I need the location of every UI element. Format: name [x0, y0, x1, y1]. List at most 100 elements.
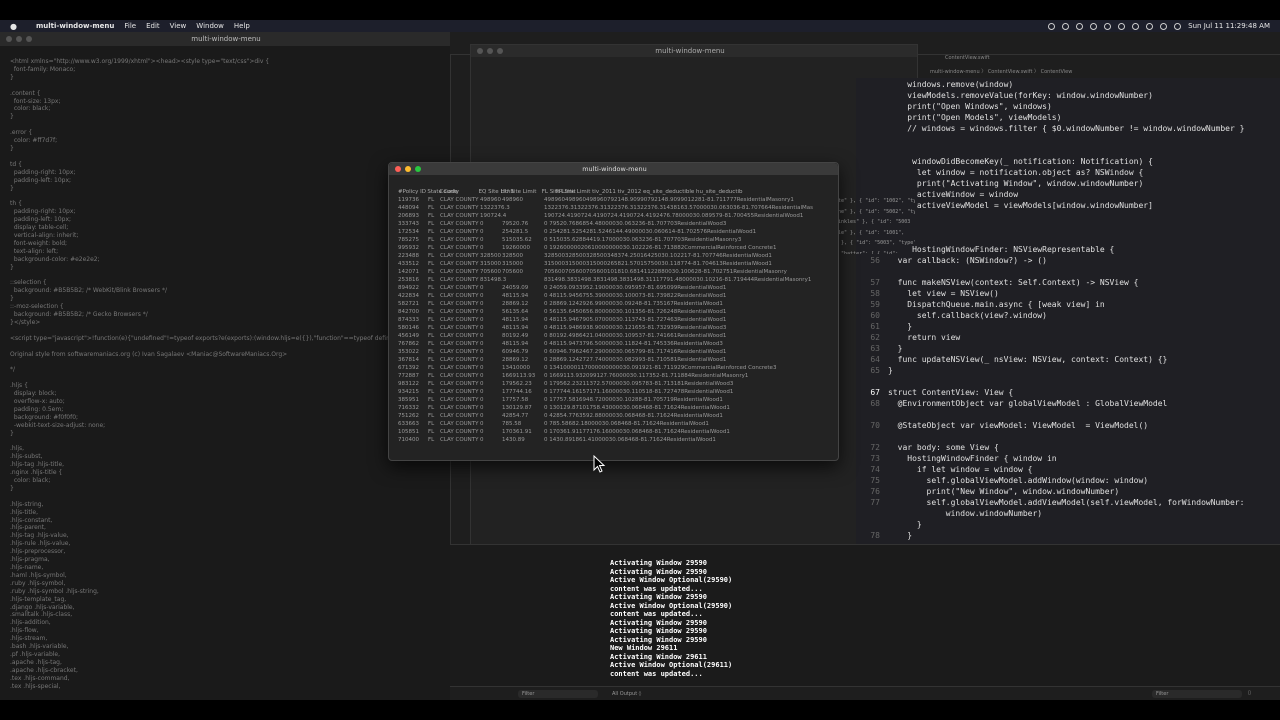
table-row[interactable]: 671392 FL CLAY COUNTY 0 13410000 0 1341000011… — [398, 364, 830, 372]
code-line[interactable]: 57 func makeNSView(context: Self.Context… — [856, 278, 1138, 289]
code-line[interactable]: 73 HostingWindowFinder { window in — [856, 454, 1056, 465]
table-row[interactable]: 785275 FL CLAY COUNTY 0 515035.62 0 515035.62… — [398, 236, 830, 244]
code-line[interactable]: windows.remove(window) — [856, 80, 1013, 91]
table-row[interactable]: 934215 FL CLAY COUNTY 0 177744.16 0 177744.16… — [398, 388, 830, 396]
table-row[interactable]: 105851 FL CLAY COUNTY 0 170361.91 0 170361.91… — [398, 428, 830, 436]
close-button[interactable] — [477, 48, 483, 54]
output-selector[interactable]: All Output ◊ — [612, 691, 641, 697]
table-row[interactable]: 894922 FL CLAY COUNTY 0 24059.09 0 24059.0933… — [398, 284, 830, 292]
table-row[interactable]: 772887 FL CLAY COUNTY 0 1669113.93 0 1669113.… — [398, 372, 830, 380]
code-line[interactable]: 62 return view — [856, 333, 960, 344]
table-row[interactable]: 223488 FL CLAY COUNTY 328500 328500 328500328… — [398, 252, 830, 260]
code-line[interactable]: 78 } — [856, 531, 912, 542]
back-window-titlebar[interactable]: multi-window-menu — [471, 45, 917, 57]
code-line[interactable]: 76 print("New Window", window.windowNumb… — [856, 487, 1119, 498]
menu-edit[interactable]: Edit — [146, 22, 160, 30]
play-icon[interactable] — [1090, 22, 1098, 30]
table-row[interactable]: 433512 FL CLAY COUNTY 315000 315000 315000315… — [398, 260, 830, 268]
code-line[interactable]: 63 } — [856, 344, 902, 355]
breadcrumb[interactable]: multi-window-menu 〉 ContentView.swift 〉 … — [930, 68, 1072, 75]
code-line[interactable]: 59 DispatchQueue.main.async { [weak view… — [856, 300, 1104, 311]
table-row[interactable]: 253816 FL CLAY COUNTY 831498.3 831498.383149… — [398, 276, 830, 284]
volume-icon[interactable] — [1118, 22, 1126, 30]
console-filter-left[interactable]: Filter — [518, 690, 598, 698]
menu-app-name[interactable]: multi-window-menu — [36, 22, 114, 30]
table-row[interactable]: 767862 FL CLAY COUNTY 0 48115.94 0 48115.9473… — [398, 340, 830, 348]
code-line[interactable]: 74 if let window = window { — [856, 465, 1032, 476]
table-row[interactable]: 710400 FL CLAY COUNTY 0 1430.89 0 1430.891861… — [398, 436, 830, 444]
trash-icon[interactable]: ▯ — [1248, 690, 1251, 696]
table-row[interactable]: 119736 FL CLAY COUNTY 498960 498960 498960498… — [398, 196, 830, 204]
table-row[interactable]: 172534 FL CLAY COUNTY 0 254281.5 0 254281.525… — [398, 228, 830, 236]
code-line[interactable]: 67 struct ContentView: View { — [856, 388, 1013, 399]
table-row[interactable]: 206893 FL CLAY COUNTY 190724.4 190724.419072… — [398, 212, 830, 220]
table-row[interactable]: 385951 FL CLAY COUNTY 0 17757.58 0 17757.5816… — [398, 396, 830, 404]
code-line[interactable] — [856, 410, 888, 421]
code-line[interactable]: print("Open Windows", windows) — [856, 102, 1052, 113]
code-line[interactable]: 56 var callback: (NSWindow?) -> () — [856, 256, 1047, 267]
front-window-titlebar[interactable]: multi-window-menu — [389, 163, 838, 175]
minimize-button[interactable] — [405, 166, 411, 172]
code-line[interactable]: 68 @EnvironmentObject var globalViewMode… — [856, 399, 1167, 410]
table-row[interactable]: 456149 FL CLAY COUNTY 0 80192.49 0 80192.4986… — [398, 332, 830, 340]
table-row[interactable]: 582721 FL CLAY COUNTY 0 28869.12 0 28869.1242… — [398, 300, 830, 308]
code-line[interactable]: print("Open Models", viewModels) — [856, 113, 1061, 124]
code-line[interactable]: 70 @StateObject var viewModel: ViewModel… — [856, 421, 1148, 432]
code-line[interactable]: 75 self.globalViewModel.addWindow(window… — [856, 476, 1148, 487]
code-line[interactable]: print("Activating Window", window.window… — [856, 179, 1143, 190]
table-row[interactable]: 751262 FL CLAY COUNTY 0 42854.77 0 42854.7763… — [398, 412, 830, 420]
code-line[interactable]: 77 self.globalViewModel.addViewModel(sel… — [856, 498, 1244, 509]
menu-view[interactable]: View — [170, 22, 187, 30]
code-line[interactable]: 58 let view = NSView() — [856, 289, 998, 300]
code-line[interactable] — [856, 377, 888, 388]
code-line[interactable]: viewModels.removeValue(forKey: window.wi… — [856, 91, 1153, 102]
code-line[interactable]: } — [856, 520, 922, 531]
close-button[interactable] — [395, 166, 401, 172]
control-center-icon[interactable] — [1174, 22, 1182, 30]
minimize-button[interactable] — [487, 48, 493, 54]
code-line[interactable]: let window = notification.object as? NSW… — [856, 168, 1143, 179]
table-row[interactable]: 422834 FL CLAY COUNTY 0 48115.94 0 48115.9456… — [398, 292, 830, 300]
code-line[interactable]: 64 func updateNSView(_ nsView: NSView, c… — [856, 355, 1167, 366]
code-line[interactable]: 65} — [856, 366, 892, 377]
settings-icon[interactable] — [1062, 22, 1070, 30]
menu-help[interactable]: Help — [234, 22, 250, 30]
bluetooth-icon[interactable] — [1132, 22, 1140, 30]
apple-icon[interactable]: ● — [10, 22, 22, 31]
table-row[interactable]: 367814 FL CLAY COUNTY 0 28869.12 0 28869.1242… — [398, 356, 830, 364]
minimize-button[interactable] — [16, 36, 22, 42]
code-editor[interactable]: windows.remove(window) viewModels.remove… — [856, 78, 1280, 544]
code-line[interactable] — [856, 135, 888, 146]
code-line[interactable] — [856, 432, 888, 443]
code-line[interactable]: windowDidBecomeKey(_ notification: Notif… — [856, 157, 1153, 168]
menu-window[interactable]: Window — [196, 22, 224, 30]
left-window-titlebar[interactable]: multi-window-menu — [0, 32, 450, 46]
table-row[interactable]: 353022 FL CLAY COUNTY 0 60946.79 0 60946.7962… — [398, 348, 830, 356]
table-row[interactable]: 874333 FL CLAY COUNTY 0 48115.94 0 48115.9467… — [398, 316, 830, 324]
file-tab[interactable]: ContentView.swift — [945, 55, 1005, 65]
wifi-icon[interactable] — [1146, 22, 1154, 30]
code-line[interactable]: // windows = windows.filter { $0.windowN… — [856, 124, 1244, 135]
record-icon[interactable] — [1048, 22, 1056, 30]
table-row[interactable]: 716332 FL CLAY COUNTY 0 130129.87 0 130129.87… — [398, 404, 830, 412]
battery-icon[interactable] — [1104, 22, 1112, 30]
menubar-clock[interactable]: Sun Jul 11 11:29:48 AM — [1188, 22, 1270, 30]
table-row[interactable]: 842700 FL CLAY COUNTY 0 56135.64 0 56135.6450… — [398, 308, 830, 316]
debug-console[interactable]: Activating Window 29590 Activating Windo… — [450, 544, 1280, 687]
menu-file[interactable]: File — [124, 22, 136, 30]
policy-table[interactable]: #Policy ID State Code County EQ Site Limit H… — [398, 188, 830, 448]
code-line[interactable]: 72 var body: some View { — [856, 443, 998, 454]
table-row[interactable]: 995932 FL CLAY COUNTY 0 19260000 0 1926000002… — [398, 244, 830, 252]
table-row[interactable]: 633663 FL CLAY COUNTY 0 785.58 0 785.58682.18… — [398, 420, 830, 428]
code-line[interactable] — [856, 146, 888, 157]
table-row[interactable]: 142071 FL CLAY COUNTY 705600 705600 705600705… — [398, 268, 830, 276]
table-row[interactable]: 983122 FL CLAY COUNTY 0 179562.23 0 179562.23… — [398, 380, 830, 388]
table-row[interactable]: 448094 FL CLAY COUNTY 1322376.3 1322376.3132… — [398, 204, 830, 212]
code-line[interactable]: 60 self.callback(view?.window) — [856, 311, 1047, 322]
extension-icon[interactable] — [1076, 22, 1084, 30]
close-button[interactable] — [6, 36, 12, 42]
code-line[interactable] — [856, 267, 888, 278]
console-filter-right[interactable]: Filter — [1152, 690, 1242, 698]
search-icon[interactable] — [1160, 22, 1168, 30]
code-line[interactable]: window.windowNumber) — [856, 509, 1042, 520]
